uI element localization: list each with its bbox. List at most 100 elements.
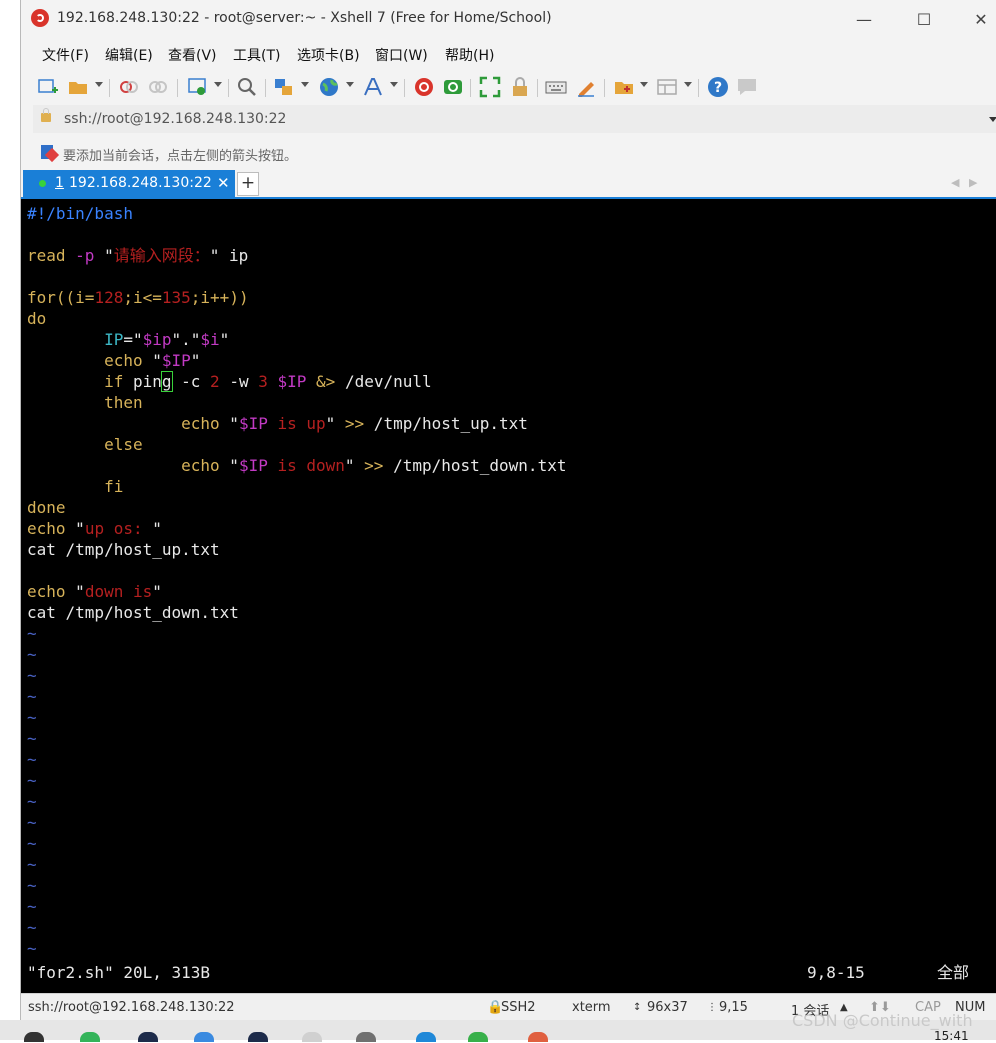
layout-dropdown-icon[interactable] [684,82,692,87]
keyboard-icon[interactable] [545,76,567,98]
toolbar-separator [470,79,471,97]
font-icon[interactable] [362,76,384,98]
new-tab-group-icon[interactable] [613,76,635,98]
menu-window[interactable]: 窗口(W) [375,45,428,65]
svg-text:?: ? [714,80,722,96]
code-line: echo "down is" [27,581,162,602]
menu-view[interactable]: 查看(V) [168,45,217,65]
session-hint-text: 要添加当前会话，点击左侧的箭头按钮。 [63,149,298,164]
code-token: 135 [161,288,191,307]
toolbar-separator [604,79,605,97]
xshell-logo-icon [31,9,49,27]
disconnect-icon[interactable] [147,76,169,98]
address-input[interactable]: ssh://root@192.168.248.130:22 [64,111,286,127]
code-token: &> [306,372,345,391]
code-token: $IP [277,372,307,391]
code-token: echo [27,519,76,538]
lock-icon [41,108,51,122]
code-line: for((i=128;i<=135;i++)) [27,287,249,308]
menu-edit[interactable]: 编辑(E) [105,45,153,65]
chat-icon[interactable] [736,76,758,98]
empty-line-tilde: ~ [27,624,37,643]
menu-tabs[interactable]: 选项卡(B) [297,45,360,65]
new-tab-button[interactable]: + [237,172,259,196]
taskbar-app-icon[interactable] [468,1032,488,1042]
code-token: is down [267,456,345,475]
xshell-icon[interactable] [413,76,435,98]
code-line: IP="$ip"."$i" [27,329,229,350]
taskbar-app-icon[interactable] [416,1032,436,1042]
transfer-dropdown-icon[interactable] [301,82,309,87]
taskbar-app-icon[interactable] [356,1032,376,1042]
globe-icon[interactable] [318,76,340,98]
font-dropdown-icon[interactable] [390,82,398,87]
taskbar-clock[interactable]: 15:41 [934,1029,969,1043]
tab-group-dropdown-icon[interactable] [640,82,648,87]
lock-screen-icon[interactable] [509,76,531,98]
minimize-button[interactable]: — [841,4,887,34]
menu-tools[interactable]: 工具(T) [233,45,280,65]
toolbar-separator [177,79,178,97]
code-line: done [27,497,66,518]
empty-line-tilde: ~ [27,939,37,958]
toolbar-separator [265,79,266,97]
tab-close-icon[interactable]: ✕ [217,174,230,192]
layout-icon[interactable] [656,76,678,98]
taskbar-app-icon[interactable] [302,1032,322,1042]
title-bar[interactable]: 192.168.248.130:22 - root@server:~ - Xsh… [21,0,996,38]
tab-session-1[interactable]: 1 192.168.248.130:22 ✕ [23,170,235,197]
code-line: cat /tmp/host_up.txt [27,539,220,560]
tab-scroll-left-icon[interactable]: ◀ [951,176,959,189]
open-folder-icon[interactable] [67,76,89,98]
empty-line-tilde: ~ [27,729,37,748]
new-session-icon[interactable] [37,76,59,98]
address-dropdown-icon[interactable] [989,117,996,122]
add-session-arrow-icon[interactable] [41,145,53,159]
status-protocol: SSH2 [501,1000,536,1015]
taskbar-app-icon[interactable] [138,1032,158,1042]
fullscreen-icon[interactable] [479,76,501,98]
code-token: IP [104,330,124,349]
code-token: " [75,582,85,601]
compose-icon[interactable] [575,76,597,98]
globe-dropdown-icon[interactable] [346,82,354,87]
toolbar: ? [21,70,996,104]
code-token: " [219,330,230,349]
terminal-pane[interactable]: "for2.sh" 20L, 313B 9,8-15 全部 #!/bin/bas… [21,197,996,993]
resize-icon: ↕ [633,1002,642,1013]
code-token: ;i++)) [190,288,249,307]
open-dropdown-icon[interactable] [95,82,103,87]
properties-icon[interactable] [187,76,209,98]
help-icon[interactable]: ? [707,76,729,98]
address-bar[interactable]: ssh://root@192.168.248.130:22 [33,105,996,133]
taskbar-app-icon[interactable] [24,1032,44,1042]
transfer-icon[interactable] [273,76,295,98]
xftp-icon[interactable] [442,76,464,98]
tab-scroll-right-icon[interactable]: ▶ [969,176,977,189]
vim-status-file: "for2.sh" 20L, 313B [27,963,211,982]
find-icon[interactable] [236,76,258,98]
toolbar-separator [698,79,699,97]
menu-help[interactable]: 帮助(H) [445,45,494,65]
cursor-pos-icon: ⋮ [707,1002,717,1013]
code-token: down is [84,582,153,601]
menu-file[interactable]: 文件(F) [42,45,89,65]
taskbar-app-icon[interactable] [194,1032,214,1042]
code-token: =" [123,330,143,349]
connect-icon[interactable] [118,76,140,98]
code-token: for((i= [27,288,95,307]
taskbar-app-icon[interactable] [248,1032,268,1042]
maximize-button[interactable]: ☐ [901,4,947,34]
status-cursor: 9,15 [719,1000,748,1015]
code-line: read -p "请输入网段：" ip [27,245,248,266]
taskbar-app-icon[interactable] [80,1032,100,1042]
code-token: fi [27,477,124,496]
taskbar-app-icon[interactable] [528,1032,548,1042]
close-button[interactable]: ✕ [958,4,996,34]
properties-dropdown-icon[interactable] [214,82,222,87]
code-token: /tmp/host_up.txt [364,414,528,433]
code-line: else [27,434,143,455]
toolbar-separator [228,79,229,97]
code-token: up os: [84,519,153,538]
